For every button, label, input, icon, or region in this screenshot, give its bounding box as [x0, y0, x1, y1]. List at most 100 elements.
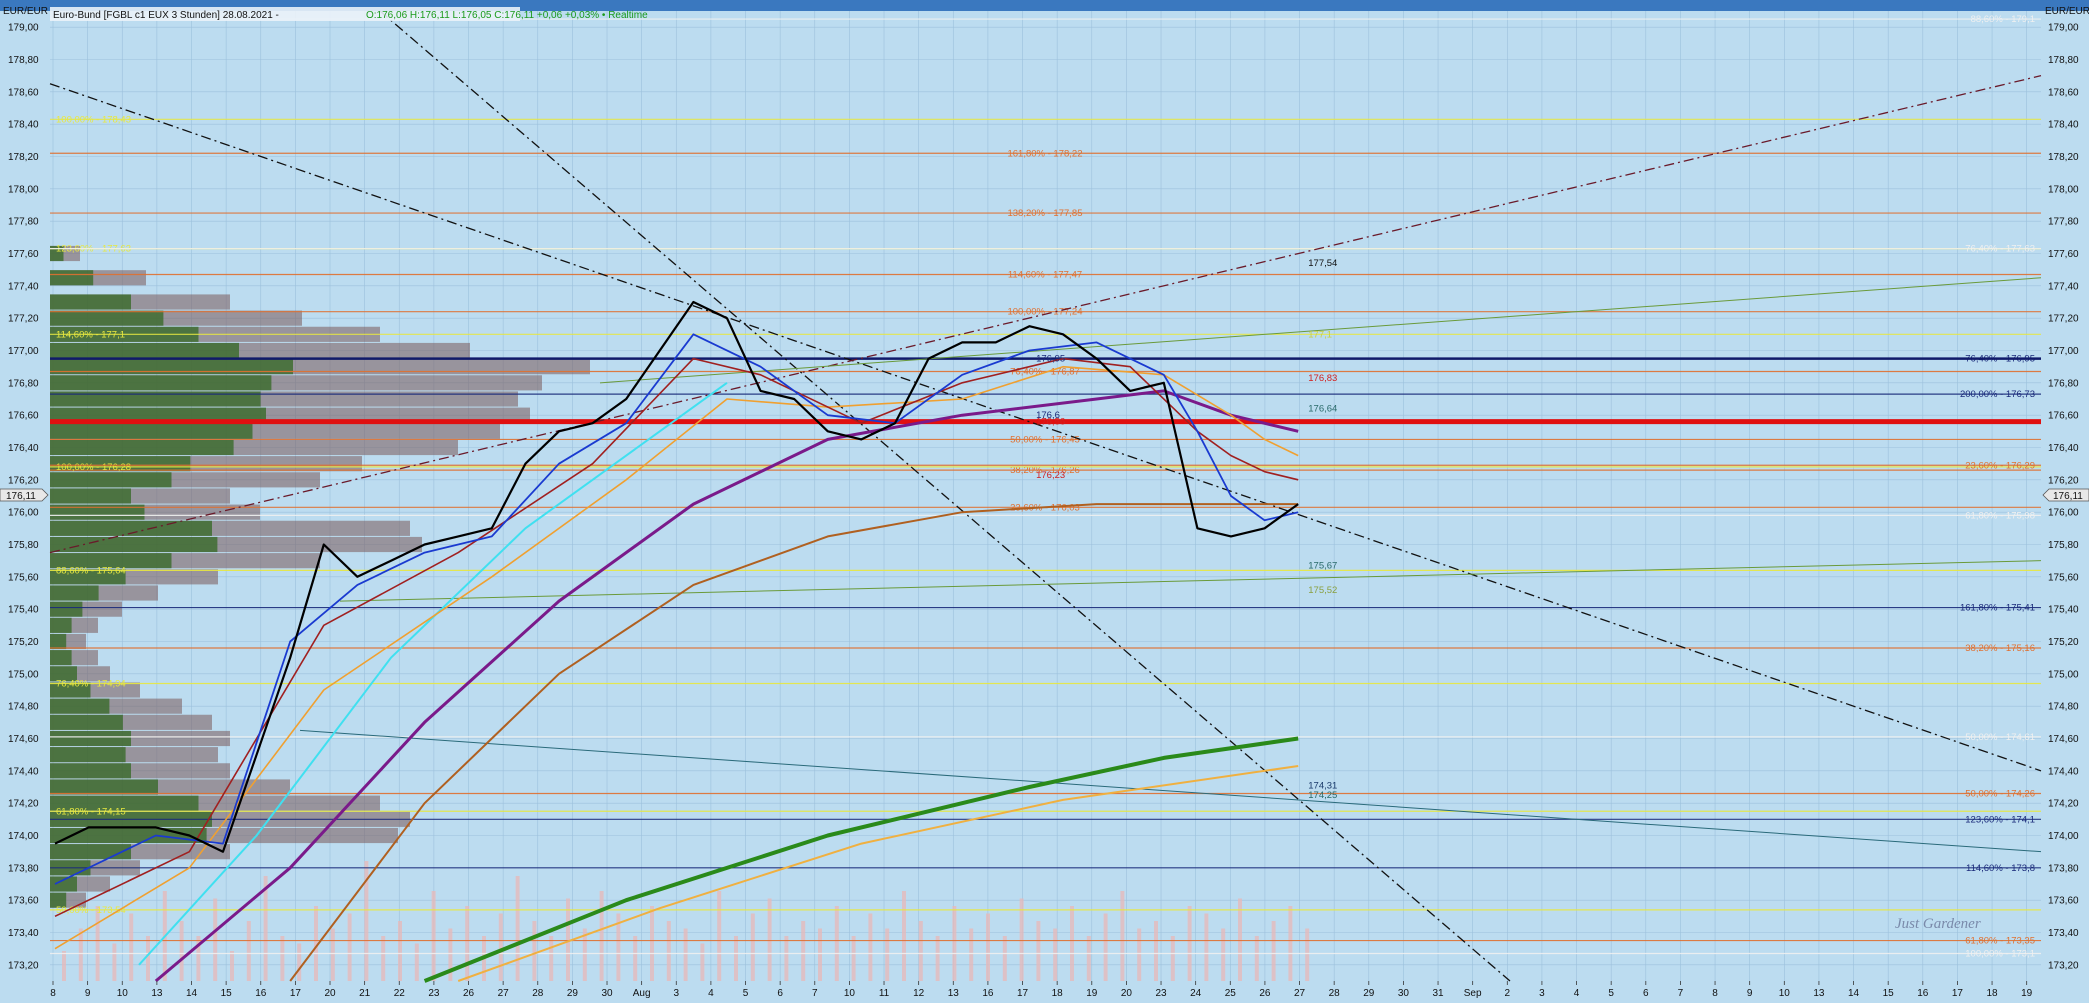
volume-bar [969, 928, 974, 981]
y-tick-label: 177,40 [2048, 281, 2079, 292]
volume-bar [734, 936, 738, 981]
volume-bar [767, 898, 772, 981]
level-label: 88,60% - 175,64 [56, 565, 126, 576]
price-annotation: 176,95 [1036, 354, 1065, 365]
x-tick-label: 15 [1883, 988, 1895, 999]
volume-profile-bar-buy [50, 439, 234, 456]
y-tick-label: 179,00 [2048, 23, 2079, 34]
price-annotation: 176,56 [1036, 417, 1065, 428]
x-tick-label: 16 [255, 988, 267, 999]
y-tick-label: 176,60 [8, 411, 39, 422]
x-tick-label: 15 [221, 988, 233, 999]
y-tick-label: 178,20 [8, 152, 39, 163]
last-price-marker-right: 176,11 [2042, 488, 2089, 502]
level-label: 100,00% - 176,28 [56, 462, 131, 473]
y-tick-label: 173,40 [8, 928, 39, 939]
y-tick-label: 175,20 [8, 637, 39, 648]
volume-profile-bar-buy [50, 310, 164, 326]
bottom-axis-background [0, 981, 2089, 1003]
x-tick-label: 12 [913, 988, 925, 999]
y-tick-label: 174,80 [2048, 702, 2079, 713]
x-tick-label: 25 [1225, 988, 1237, 999]
x-tick-label: 9 [1747, 988, 1753, 999]
volume-bar [935, 936, 940, 981]
volume-bar [213, 898, 218, 981]
volume-bar [666, 921, 671, 981]
volume-bar [246, 921, 251, 981]
x-tick-label: 2 [1505, 988, 1511, 999]
volume-bar [566, 898, 570, 981]
level-label: 200,00% - 176,73 [1960, 389, 2035, 400]
volume-bar [280, 936, 285, 981]
volume-bar [297, 943, 302, 981]
y-tick-label: 174,00 [2048, 831, 2079, 842]
volume-bar [1154, 921, 1158, 981]
x-tick-label: 27 [498, 988, 510, 999]
price-annotation: 176,23 [1036, 470, 1065, 481]
x-tick-label: 20 [324, 988, 336, 999]
volume-bar [1086, 936, 1091, 981]
x-tick-label: 26 [463, 988, 475, 999]
x-tick-label: 19 [1086, 988, 1098, 999]
level-label: 76,40% - 177,63 [1965, 244, 2035, 255]
volume-bar [78, 928, 83, 981]
x-tick-label: 26 [1259, 988, 1271, 999]
x-tick-label: 17 [1017, 988, 1029, 999]
level-label: 100,00% - 177,24 [1007, 307, 1082, 318]
last-price-label-left: 176,11 [6, 491, 36, 502]
volume-profile-bar-buy [50, 423, 253, 439]
x-tick-label: 19 [2021, 988, 2033, 999]
volume-profile-bar-buy [50, 585, 99, 601]
volume-bar [885, 928, 890, 981]
volume-bar [62, 951, 66, 981]
x-tick-label: Sep [1464, 988, 1482, 999]
y-tick-label: 178,20 [2048, 152, 2079, 163]
volume-profile-bar-buy [50, 844, 131, 860]
volume-bar [1053, 928, 1058, 981]
y-tick-label: 177,60 [2048, 249, 2079, 260]
volume-profile-bar-buy [50, 342, 239, 359]
level-label: 23,60% - 176,29 [1965, 460, 2035, 471]
x-tick-label: 11 [879, 988, 890, 999]
x-tick-label: 24 [1190, 988, 1202, 999]
x-tick-label: 29 [567, 988, 579, 999]
volume-profile-bar-buy [50, 650, 72, 666]
y-tick-label: 174,20 [2048, 799, 2079, 810]
volume-bar [650, 906, 654, 981]
y-tick-label: 179,00 [8, 23, 39, 34]
volume-bar [1002, 936, 1007, 981]
volume-bar [1238, 898, 1242, 981]
y-tick-label: 174,80 [8, 702, 39, 713]
corner-label-right: EUR/EUR [2045, 6, 2089, 17]
volume-bar [868, 913, 873, 981]
y-tick-label: 173,20 [2048, 960, 2079, 971]
chart[interactable]: 161,80% - 178,22 138,20% - 177,85 114,60% … [0, 0, 2089, 1003]
volume-bar [381, 936, 386, 981]
y-tick-label: 175,60 [8, 572, 39, 583]
y-tick-label: 174,20 [8, 799, 39, 810]
y-tick-label: 173,80 [2048, 863, 2079, 874]
volume-bar [532, 921, 537, 981]
volume-bar [1271, 921, 1276, 981]
x-tick-label: 16 [982, 988, 994, 999]
volume-bar [700, 943, 705, 981]
y-tick-label: 176,60 [2048, 411, 2079, 422]
y-tick-label: 178,00 [2048, 184, 2079, 195]
volume-bar [1187, 906, 1192, 981]
y-tick-label: 176,40 [2048, 443, 2079, 454]
y-tick-label: 178,60 [8, 87, 39, 98]
volume-bar [1288, 906, 1293, 981]
level-label: 138,20% - 177,85 [1007, 208, 1082, 219]
y-tick-label: 175,80 [2048, 540, 2079, 551]
level-label: 100,00% - 178,43 [56, 114, 131, 125]
y-tick-label: 178,80 [2048, 55, 2079, 66]
volume-bar [112, 943, 117, 981]
price-annotation: 176,83 [1308, 373, 1337, 384]
x-tick-label: 3 [1539, 988, 1545, 999]
level-label: 61,80% - 173,35 [1965, 936, 2035, 947]
y-tick-label: 178,60 [2048, 87, 2079, 98]
price-annotation: 177,54 [1308, 258, 1337, 269]
watermark: Just Gardener [1895, 916, 1981, 932]
price-annotation: 174,25 [1308, 790, 1337, 801]
volume-bar [1305, 928, 1310, 981]
